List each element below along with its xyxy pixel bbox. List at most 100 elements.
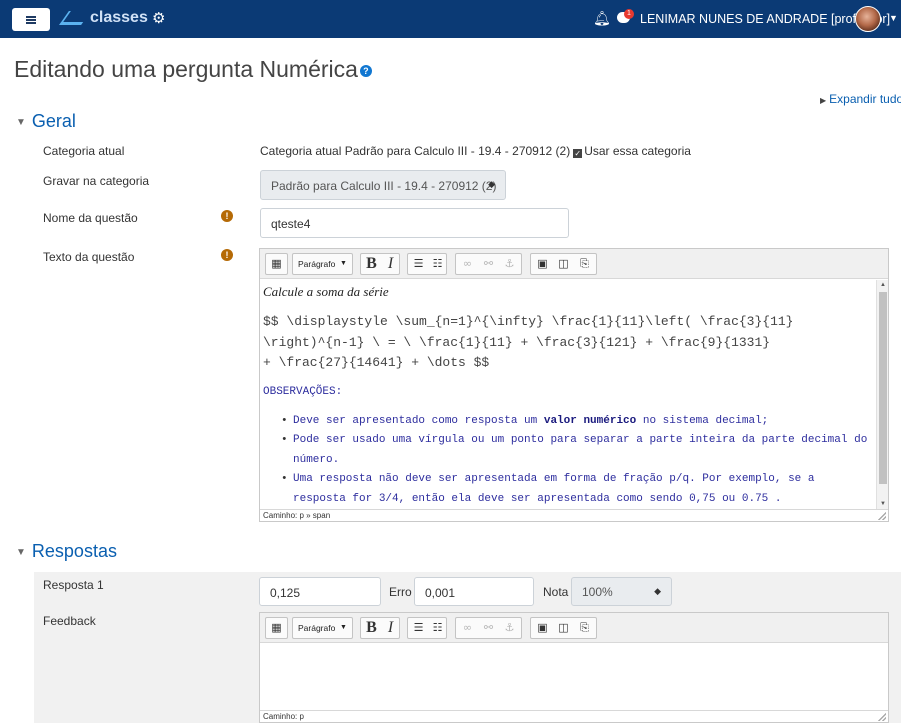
link-group: ∞ ⚯ ⚓ (455, 617, 522, 639)
categoria-atual-value: Categoria atual Padrão para Calculo III … (260, 144, 691, 158)
chevron-down-icon[interactable]: ▼ (889, 13, 898, 23)
nome-questao-input[interactable]: qteste4 (260, 208, 569, 238)
section-geral-toggle[interactable]: ▼ Geral (16, 111, 76, 132)
italic-icon[interactable]: I (382, 254, 399, 274)
list-group: ☰ ☷ (407, 617, 447, 639)
link-icon[interactable]: ∞ (459, 618, 476, 638)
section-geral-heading: Geral (31, 111, 76, 131)
format-dropdown-icon: ▼ (340, 260, 347, 267)
editor-path-bar: Caminho: p (260, 710, 888, 722)
resize-grip-icon[interactable] (878, 512, 886, 520)
bullet-list-icon[interactable]: ☰ (410, 254, 427, 274)
feedback-editor: ▦ Parágrafo ▼ B I ☰ ☷ ∞ ⚯ ⚓ ▣ ◫ ⎘ Caminho… (259, 612, 889, 723)
editor-toolbar: ▦ Parágrafo ▼ B I ☰ ☷ ∞ ⚯ ⚓ ▣ ◫ ⎘ (260, 249, 888, 279)
feedback-label: Feedback (43, 614, 96, 628)
caret-right-icon: ▶ (820, 96, 827, 105)
messages-button[interactable]: 1 (617, 9, 634, 25)
observations-heading: OBSERVAÇÕES: (263, 385, 343, 398)
format-select[interactable]: Parágrafo ▼ (292, 617, 353, 639)
bold-icon[interactable]: B (363, 618, 380, 638)
question-latex: $$ \displaystyle \sum_{n=1}^{\infty} \fr… (263, 312, 873, 374)
usar-categoria-checkbox[interactable]: ✓ (573, 149, 583, 158)
nota-select[interactable]: 100% ◆ (571, 577, 672, 606)
user-name[interactable]: LENIMAR NUNES DE ANDRADE [professor] (640, 12, 890, 26)
image-icon[interactable]: ▣ (534, 618, 551, 638)
gravar-categoria-label: Gravar na categoria (43, 174, 150, 188)
avatar[interactable] (855, 6, 881, 32)
anchor-icon[interactable]: ⚓ (501, 618, 518, 638)
erro-label: Erro (389, 585, 412, 599)
brand-logo-link[interactable]: classes (59, 9, 148, 27)
format-select-label: Parágrafo (298, 259, 336, 269)
link-icon[interactable]: ∞ (459, 254, 476, 274)
media-icon[interactable]: ◫ (555, 618, 572, 638)
image-icon[interactable]: ▣ (534, 254, 551, 274)
bold-icon[interactable]: B (363, 254, 380, 274)
format-select[interactable]: Parágrafo ▼ (292, 253, 353, 275)
select-arrows-icon: ◆ (488, 179, 495, 189)
file-icon[interactable]: ⎘ (576, 618, 593, 638)
list-item: Deve ser apresentado como resposta um va… (281, 412, 871, 432)
message-count-badge: 1 (624, 9, 634, 19)
bell-icon[interactable]: 🔔︎ (593, 10, 611, 27)
erro-input[interactable]: 0,001 (414, 577, 534, 606)
unlink-icon[interactable]: ⚯ (480, 618, 497, 638)
brand-name: classes (90, 9, 148, 26)
expand-all-label: Expandir tudo (829, 92, 901, 106)
resize-grip-icon[interactable] (878, 713, 886, 721)
latex-line-2: \right)^{n-1} \ = \ \frac{1}{11} + \frac… (263, 334, 771, 350)
warning-icon: ! (221, 249, 233, 261)
text-style-group: B I (360, 617, 400, 639)
editor-content-area[interactable]: Calcule a soma da série $$ \displaystyle… (260, 280, 874, 509)
editor-path: Caminho: p » span (263, 511, 331, 520)
scrollbar-thumb[interactable] (879, 292, 887, 484)
link-group: ∞ ⚯ ⚓ (455, 253, 522, 275)
format-dropdown-icon: ▼ (340, 624, 347, 631)
file-icon[interactable]: ⎘ (576, 254, 593, 274)
media-icon[interactable]: ◫ (555, 254, 572, 274)
resposta-1-input[interactable]: 0,125 (259, 577, 381, 606)
list-group: ☰ ☷ (407, 253, 447, 275)
unlink-icon[interactable]: ⚯ (480, 254, 497, 274)
editor-path: Caminho: p (263, 712, 304, 721)
categoria-atual-text: Categoria atual Padrão para Calculo III … (260, 144, 571, 158)
editor-path-bar: Caminho: p » span (260, 509, 888, 521)
latex-line-3: + \frac{27}{14641} + \dots $$ (263, 355, 490, 370)
nota-label: Nota (543, 585, 569, 599)
media-group: ▣ ◫ ⎘ (530, 617, 597, 639)
warning-icon: ! (221, 210, 233, 222)
gravar-categoria-select[interactable]: Padrão para Calculo III - 19.4 - 270912 … (260, 170, 506, 200)
obs1-text-end: no sistema decimal; (636, 414, 769, 427)
menu-toggle-button[interactable] (12, 8, 50, 31)
format-select-label: Parágrafo (298, 623, 336, 633)
help-icon[interactable]: ? (359, 64, 372, 77)
italic-icon[interactable]: I (382, 618, 399, 638)
scroll-up-icon[interactable]: ▲ (877, 282, 889, 288)
gravar-categoria-value: Padrão para Calculo III - 19.4 - 270912 … (271, 179, 497, 193)
editor-scrollbar[interactable]: ▲ ▼ (876, 280, 888, 509)
toolbar-toggle-icon: ▦ (271, 621, 282, 634)
toolbar-toggle-button[interactable]: ▦ (265, 253, 288, 275)
anchor-icon[interactable]: ⚓ (501, 254, 518, 274)
section-respostas-toggle[interactable]: ▼ Respostas (16, 541, 117, 562)
list-item: Pode ser usado uma vírgula ou um ponto p… (281, 431, 871, 470)
gear-icon[interactable]: ⚙ (152, 9, 165, 27)
editor-content-area[interactable] (260, 644, 888, 710)
expand-all-link[interactable]: ▶ Expandir tudo (820, 92, 901, 106)
texto-questao-label: Texto da questão (43, 250, 135, 264)
text-style-group: B I (360, 253, 400, 275)
scroll-down-icon[interactable]: ▼ (877, 501, 889, 507)
media-group: ▣ ◫ ⎘ (530, 253, 597, 275)
numbered-list-icon[interactable]: ☷ (429, 254, 446, 274)
obs1-text-start: Deve ser apresentado como resposta um (293, 414, 544, 427)
obs1-bold-text: valor numérico (543, 414, 637, 427)
section-respostas-heading: Respostas (31, 541, 117, 561)
nota-value: 100% (582, 585, 613, 599)
numbered-list-icon[interactable]: ☷ (429, 618, 446, 638)
observations-list: Deve ser apresentado como resposta um va… (281, 412, 871, 510)
question-intro-text: Calcule a soma da série (263, 284, 389, 299)
collapse-caret-icon: ▼ (16, 117, 26, 128)
editor-toolbar: ▦ Parágrafo ▼ B I ☰ ☷ ∞ ⚯ ⚓ ▣ ◫ ⎘ (260, 613, 888, 643)
bullet-list-icon[interactable]: ☰ (410, 618, 427, 638)
toolbar-toggle-button[interactable]: ▦ (265, 617, 288, 639)
